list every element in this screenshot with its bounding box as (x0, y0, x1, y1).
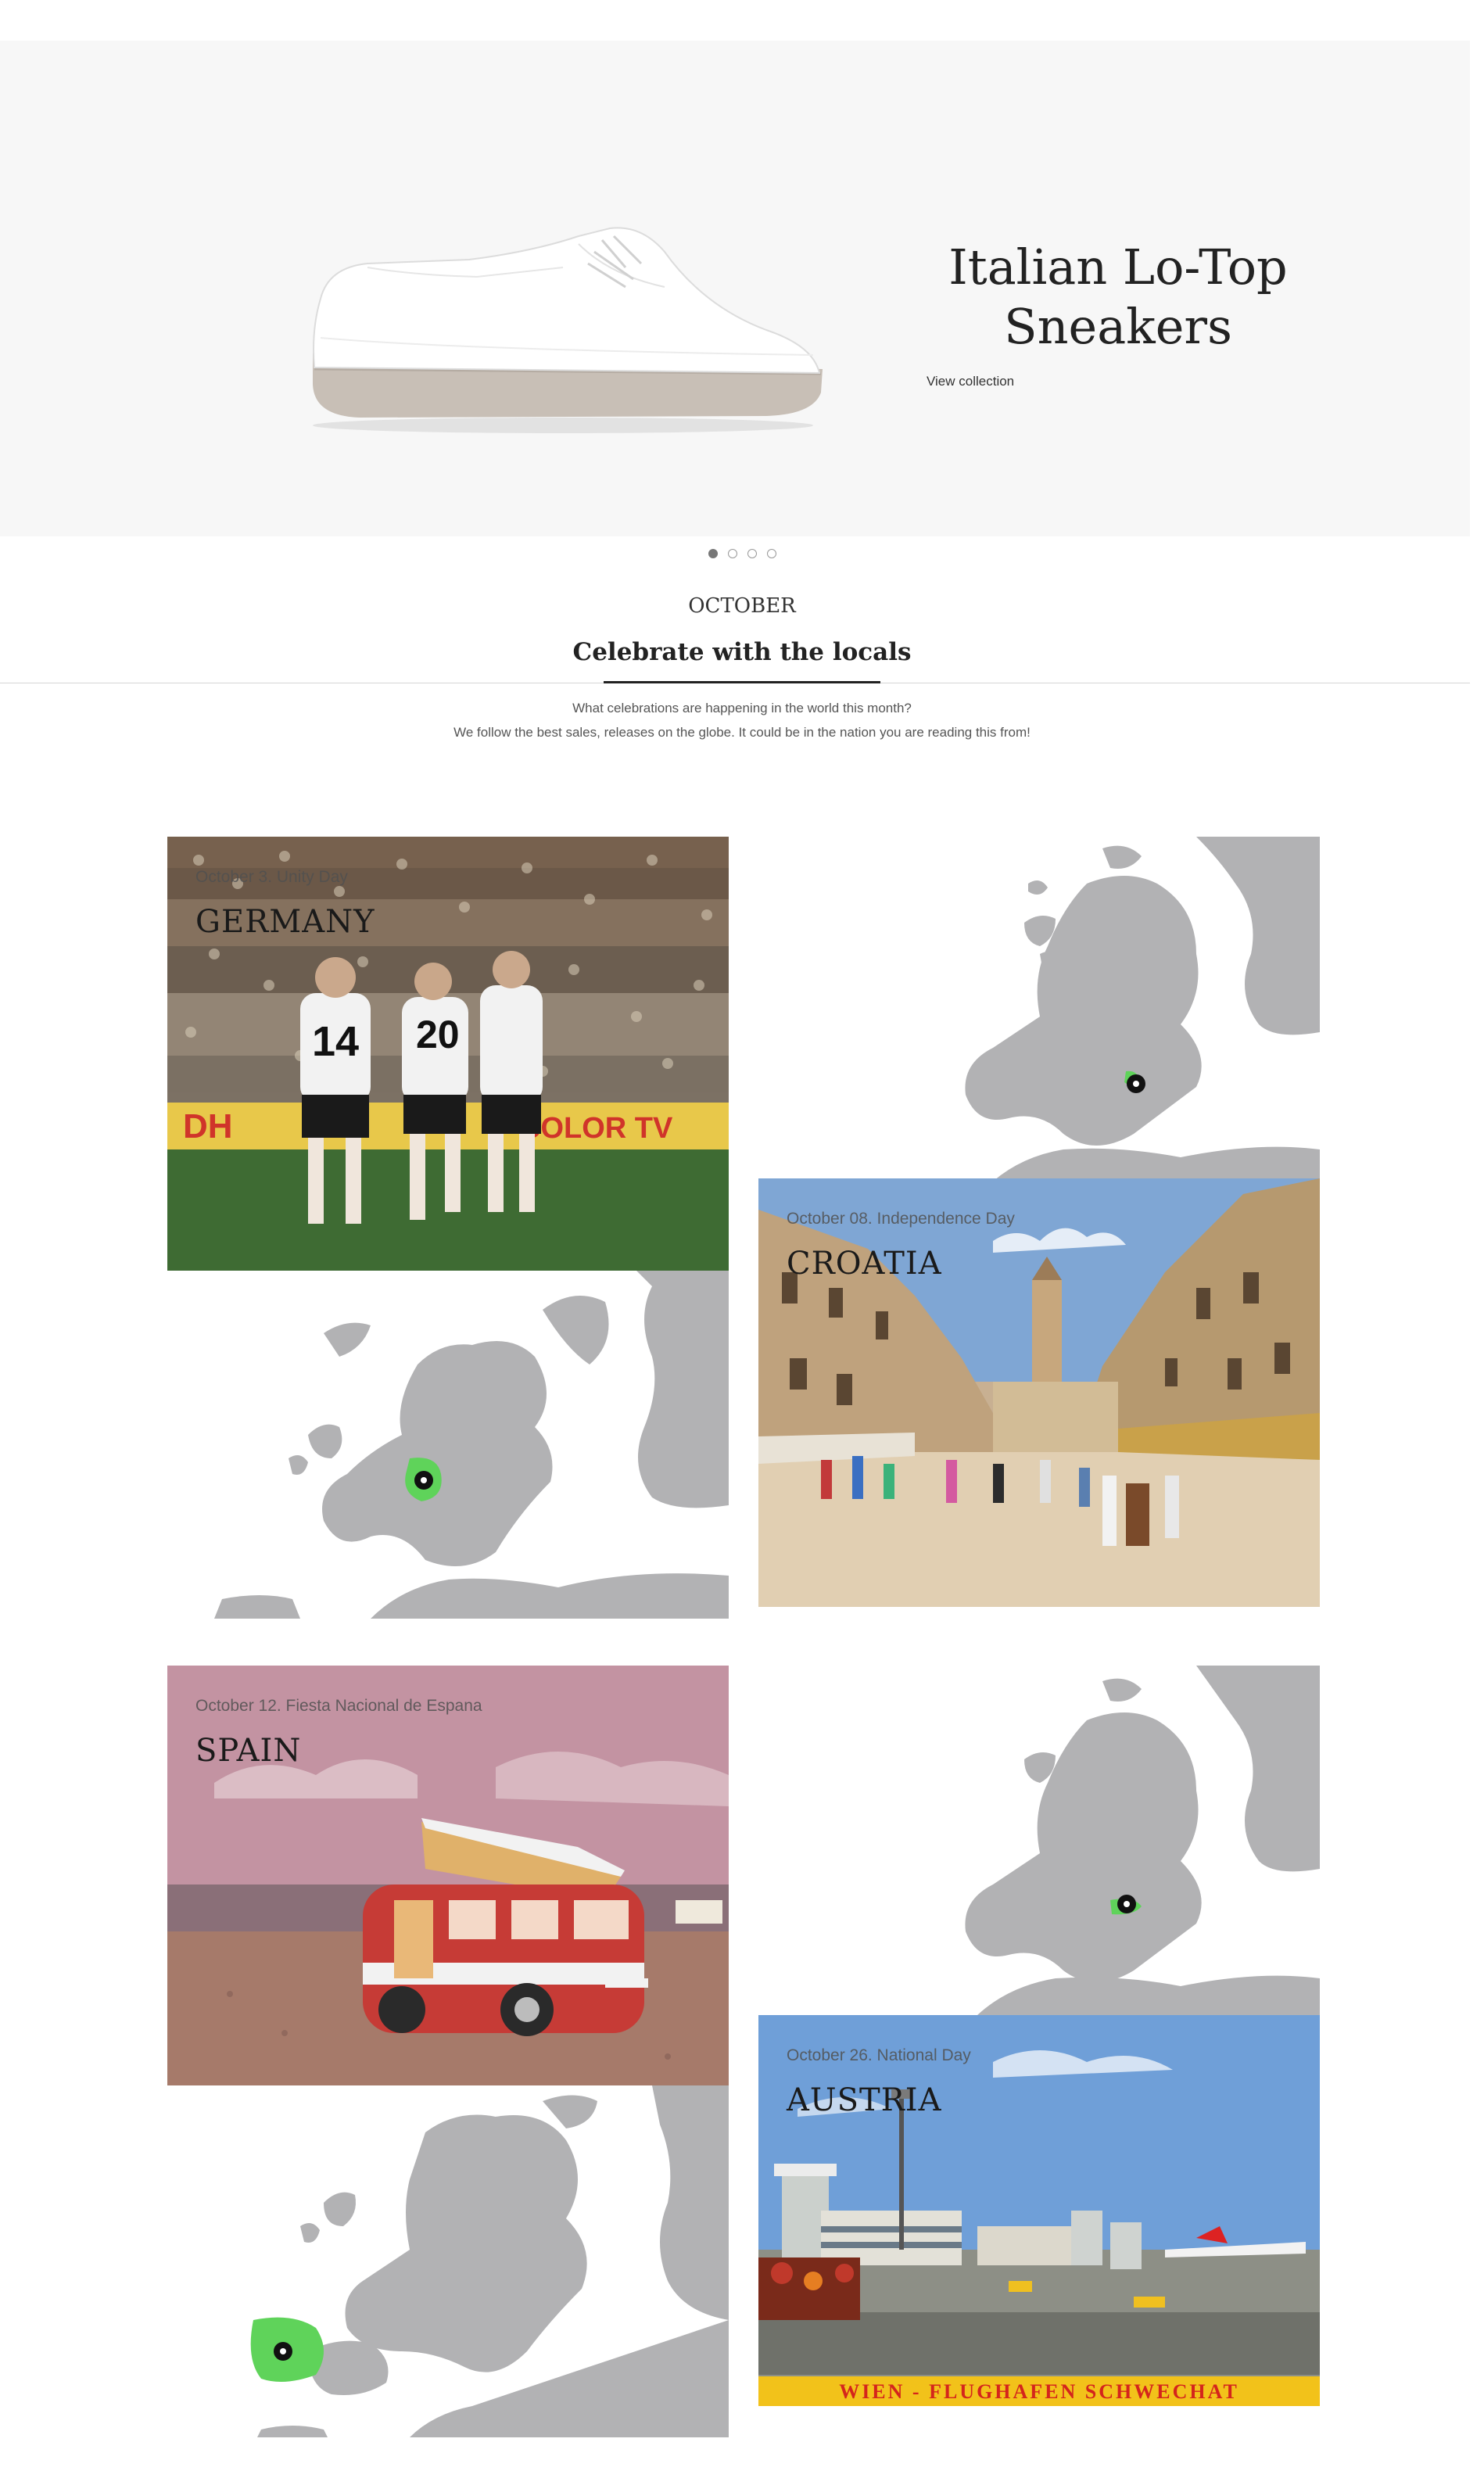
croatia-photo-card[interactable]: October 08. Independence Day CROATIA (758, 1178, 1320, 1607)
dubrovnik-photo (758, 1178, 1320, 1607)
slider-dot-3[interactable] (747, 549, 757, 558)
intro-line-1: What celebrations are happening in the w… (572, 701, 912, 715)
football-photo: DH D COLOR TV 14 20 (167, 837, 729, 1271)
card-country: AUSTRIA (787, 2082, 942, 2118)
card-date: October 08. Independence Day (787, 1210, 1015, 1228)
card-date: October 12. Fiesta Nacional de Espana (195, 1697, 482, 1715)
vw-van-photo (167, 1666, 729, 2085)
austria-photo-card[interactable]: WIEN - FLUGHAFEN SCHWECHAT October 26. N… (758, 2015, 1320, 2406)
intro-line-2: We follow the best sales, releases on th… (453, 725, 1031, 740)
europe-map-croatia (965, 837, 1320, 1189)
hero-title-line1: Italian Lo-Top (948, 238, 1288, 296)
europe-map-germany (214, 1271, 729, 1619)
svg-text:DH: DH (183, 1107, 233, 1146)
section-title-underline (604, 681, 880, 683)
hero-slider: Italian Lo-Top Sneakers View collection (0, 41, 1470, 558)
vienna-airport-postcard: WIEN - FLUGHAFEN SCHWECHAT (758, 2015, 1320, 2406)
svg-text:COLOR TV: COLOR TV (519, 1112, 673, 1145)
section-title: Celebrate with the locals (572, 638, 912, 666)
slider-dot-2[interactable] (728, 549, 737, 558)
slider-dot-1[interactable] (708, 549, 718, 558)
hero-title-line2: Sneakers (1004, 298, 1232, 355)
europe-map-austria (965, 1666, 1320, 2015)
germany-map-card[interactable] (167, 1271, 729, 1619)
europe-map-spain (250, 2085, 729, 2437)
germany-photo-card[interactable]: DH D COLOR TV 14 20 October 3. Unity Day… (167, 837, 729, 1271)
card-date: October 26. National Day (787, 2046, 971, 2064)
spain-map-card[interactable] (167, 2085, 729, 2437)
svg-text:WIEN - FLUGHAFEN SCHWECHAT: WIEN - FLUGHAFEN SCHWECHAT (839, 2380, 1239, 2403)
slider-dot-4[interactable] (767, 549, 776, 558)
card-country: SPAIN (195, 1733, 302, 1769)
card-date: October 3. Unity Day (195, 868, 348, 886)
slider-pagination (708, 549, 776, 558)
hero-title: Italian Lo-Top Sneakers (884, 238, 1353, 357)
croatia-map-card[interactable] (758, 837, 1320, 1189)
view-collection-link[interactable]: View collection (927, 374, 1014, 389)
section-intro: What celebrations are happening in the w… (0, 696, 1484, 744)
card-country: CROATIA (787, 1246, 942, 1282)
svg-text:14: 14 (312, 1018, 359, 1065)
month-label: OCTOBER (688, 594, 796, 618)
austria-map-card[interactable] (758, 1666, 1320, 2015)
svg-text:20: 20 (416, 1013, 460, 1056)
sneaker-image (313, 227, 823, 433)
card-country: GERMANY (195, 904, 375, 940)
spain-photo-card[interactable]: October 12. Fiesta Nacional de Espana SP… (167, 1666, 729, 2085)
